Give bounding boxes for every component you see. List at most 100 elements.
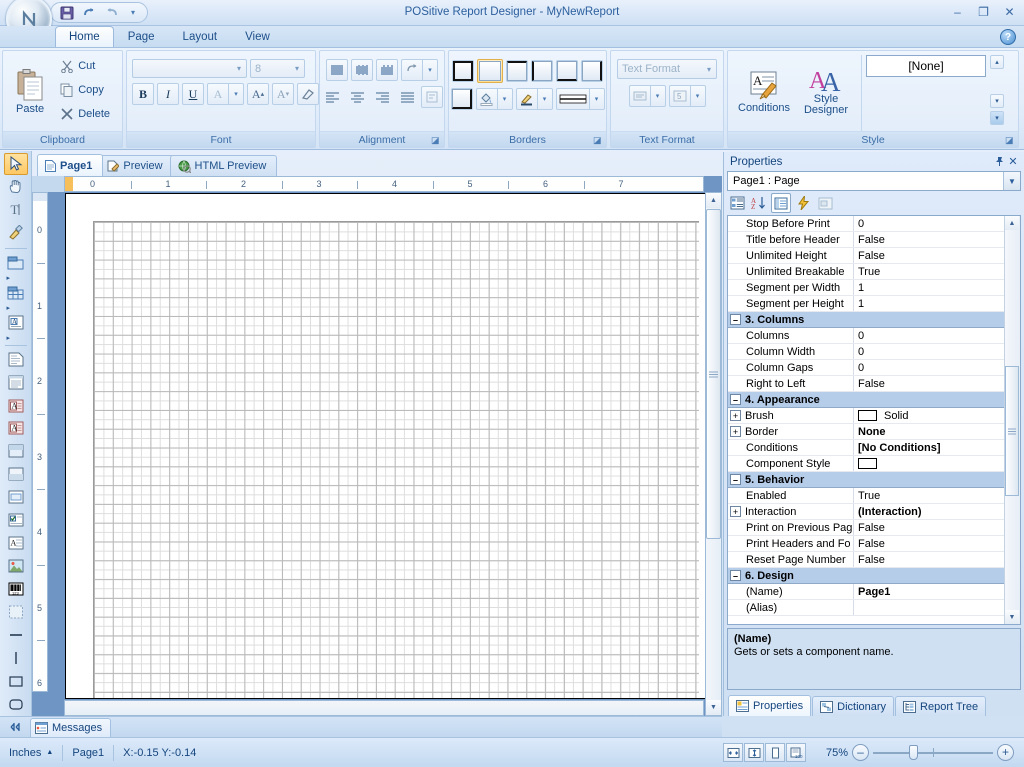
justify-button[interactable] [396,86,418,108]
property-value-cell[interactable] [854,600,1004,615]
hand-pan-tool[interactable] [4,176,28,198]
property-category-row[interactable]: –5. Behavior [728,472,1004,488]
align-right-button[interactable] [371,86,393,108]
property-value-cell[interactable]: None [854,424,1004,439]
text-edit-tool[interactable]: T [4,199,28,221]
align-bottom-button[interactable] [376,59,398,81]
select-pointer-tool[interactable] [3,153,28,175]
property-row[interactable]: (Name) Page1 [728,584,1004,600]
font-color-dropdown-icon[interactable]: ▾ [229,83,244,105]
data-band-tool[interactable]: A [4,312,28,334]
border-none-selected-button[interactable] [477,59,503,83]
zoom-in-button[interactable]: + [997,744,1014,761]
delete-button[interactable]: Delete [56,103,117,125]
underline-button[interactable]: U [182,83,204,105]
border-bottom-button[interactable] [556,60,578,82]
style-designer-button[interactable]: A A Style Designer [795,55,857,127]
pin-icon[interactable] [992,155,1006,169]
font-size-combo[interactable]: 8 ▾ [250,59,305,78]
property-category-row[interactable]: –3. Columns [728,312,1004,328]
rounded-rectangle-tool[interactable] [4,693,28,715]
clear-formatting-button[interactable] [297,83,319,105]
text-rotation-button[interactable] [401,59,423,81]
doc-tab-html-preview[interactable]: HTML Preview [169,155,278,176]
style-scroll-down-button[interactable]: ▾ [990,94,1004,108]
property-row[interactable]: Reset Page Number False [728,552,1004,568]
category-expander-icon[interactable]: – [730,314,741,325]
zoom-slider[interactable] [873,744,993,761]
doc-tab-page1[interactable]: Page1 [37,154,104,176]
property-row[interactable]: Print Headers and Fo False [728,536,1004,552]
one-page-button[interactable] [765,743,785,762]
property-row[interactable]: Column Gaps 0 [728,360,1004,376]
property-row[interactable]: Segment per Height 1 [728,296,1004,312]
system-text-tool[interactable]: A [4,395,28,417]
clone-panel-tool[interactable] [4,463,28,485]
border-color-dropdown-icon[interactable]: ▾ [537,88,553,110]
close-button[interactable]: ✕ [1001,4,1018,19]
property-value-cell[interactable]: False [854,232,1004,247]
report-canvas-area[interactable]: 0 1 2 3 4 5 6 7 0 1 2 3 4 5 6 ▲ ▼ [32,176,722,716]
border-style-button[interactable] [555,88,590,110]
category-expander-icon[interactable]: – [730,474,741,485]
property-category-row[interactable]: –6. Design [728,568,1004,584]
doc-tab-preview[interactable]: Preview [99,155,174,176]
barcode-tool[interactable]: 123 [4,578,28,600]
help-icon[interactable]: ? [1000,29,1016,45]
paste-button[interactable]: Paste [8,55,52,127]
number-format-dropdown-icon[interactable]: ▾ [690,85,706,107]
redo-icon[interactable] [101,4,121,22]
save-icon[interactable] [57,4,77,22]
subreport-tool[interactable] [4,486,28,508]
property-row[interactable]: Print on Previous Pag False [728,520,1004,536]
property-value-cell[interactable]: 0 [854,344,1004,359]
image-tool[interactable] [4,555,28,577]
text-component-tool[interactable] [4,349,28,371]
property-row[interactable]: + Interaction (Interaction) [728,504,1004,520]
properties-grid[interactable]: Stop Before Print 0 Title before Header Fal… [728,216,1004,624]
cross-band-tool[interactable] [4,282,28,304]
category-expander-icon[interactable]: – [730,570,741,581]
shape-tool[interactable] [4,601,28,623]
currency-format-button[interactable] [628,85,651,107]
border-color-button[interactable] [515,88,538,110]
rectangle-tool[interactable] [4,670,28,692]
categorized-button[interactable] [727,193,747,213]
alignment-dialog-launcher[interactable]: ◪ [431,135,442,146]
property-value-cell[interactable]: 0 [854,328,1004,343]
report-page[interactable] [65,193,720,699]
font-color-button[interactable]: A [207,83,229,105]
canvas-horizontal-scrollbar[interactable] [64,700,704,716]
undo-icon[interactable] [79,4,99,22]
property-value-cell[interactable]: Solid [854,408,1004,423]
property-value-cell[interactable]: False [854,376,1004,391]
property-row[interactable]: Conditions [No Conditions] [728,440,1004,456]
cut-button[interactable]: Cut [56,55,117,77]
customize-qat-icon[interactable]: ▾ [123,4,143,22]
fill-color-button[interactable] [475,88,498,110]
panel-tab-properties[interactable]: Properties [728,695,812,716]
events-view-button[interactable] [793,193,813,213]
border-top-button[interactable] [506,60,528,82]
cross-band-dropdown-icon[interactable]: ▸ [4,305,28,312]
horizontal-line-tool[interactable] [4,624,28,646]
property-row[interactable]: Right to Left False [728,376,1004,392]
properties-view-button[interactable] [771,193,791,213]
zoom-100-button[interactable]: 100 [786,743,806,762]
property-value-cell[interactable]: 0 [854,360,1004,375]
property-row[interactable]: + Brush Solid [728,408,1004,424]
property-value-cell[interactable]: False [854,520,1004,535]
property-value-cell[interactable] [854,456,1004,471]
property-row[interactable]: Unlimited Height False [728,248,1004,264]
band-tool[interactable] [4,252,28,274]
horizontal-ruler[interactable]: 0 1 2 3 4 5 6 7 [64,176,704,192]
border-right-button[interactable] [581,60,603,82]
fit-width-button[interactable] [723,743,743,762]
word-wrap-button[interactable] [421,86,443,108]
borders-dialog-launcher[interactable]: ◪ [593,135,604,146]
property-value-cell[interactable]: 1 [854,280,1004,295]
fit-height-button[interactable] [744,743,764,762]
align-middle-button[interactable] [351,59,373,81]
property-row[interactable]: Unlimited Breakable True [728,264,1004,280]
scroll-down-button[interactable]: ▼ [706,700,721,715]
